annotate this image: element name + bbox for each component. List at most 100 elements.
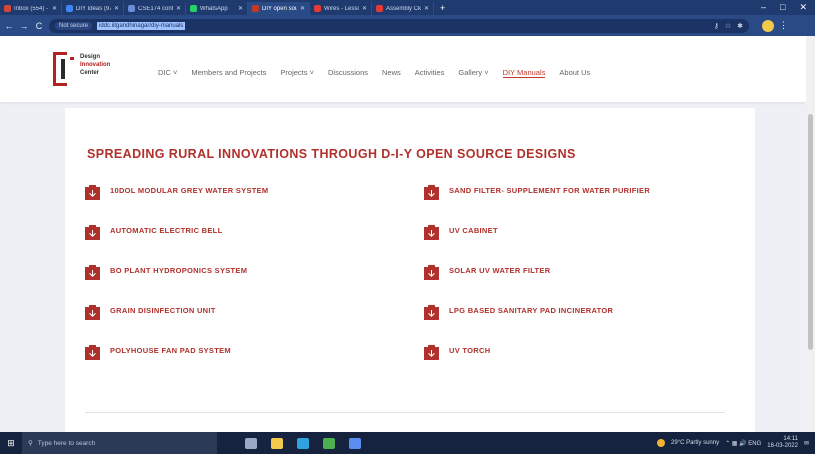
pdf-download-icon[interactable] — [85, 225, 100, 240]
browser-tab[interactable]: Wires - Lesson 4✕ — [310, 2, 372, 15]
address-bar: ← → C Not secure iddc.iitgandhinagar/diy… — [0, 15, 815, 36]
clock[interactable]: 14:11 16-03-2022 — [767, 436, 798, 450]
tray-icons[interactable]: ⌃ ▦ 🔊 ENG — [725, 440, 761, 447]
pdf-download-icon[interactable] — [424, 345, 439, 360]
forward-arrow-icon[interactable]: → — [19, 21, 29, 31]
manual-label[interactable]: LPG BASED SANITARY PAD INCINERATOR — [449, 304, 699, 318]
site-logo[interactable]: Design Innovation Center — [52, 51, 142, 87]
manual-label[interactable]: GRAIN DISINFECTION UNIT — [110, 304, 360, 318]
page-viewport: Design Innovation Center DIC ˅ Members an… — [0, 36, 815, 432]
manual-label[interactable]: UV CABINET — [449, 224, 699, 238]
manual-label[interactable]: BO PLANT HYDROPONICS SYSTEM — [110, 264, 360, 278]
nav-item[interactable]: Members and Projects — [191, 68, 266, 78]
browser-tab-strip: Inbox (554) - sou✕DIY Ideas (97) - rtn✕C… — [0, 0, 815, 15]
tab-close-icon[interactable]: ✕ — [300, 5, 305, 12]
not-secure-badge[interactable]: Not secure — [55, 21, 93, 30]
pdf-download-icon[interactable] — [424, 185, 439, 200]
tab-label: DIY open source — [262, 5, 297, 12]
browser-tab[interactable]: CSE174 content✕ — [124, 2, 186, 15]
tab-label: Wires - Lesson 4 — [324, 5, 359, 12]
file-explorer-icon[interactable] — [271, 437, 283, 449]
manual-link[interactable]: SAND FILTER- SUPPLEMENT FOR WATER PURIFI… — [424, 184, 699, 200]
manual-link[interactable]: SOLAR UV WATER FILTER — [424, 264, 699, 280]
maps-icon[interactable] — [323, 437, 335, 449]
tab-close-icon[interactable]: ✕ — [114, 5, 119, 12]
pdf-download-icon[interactable] — [424, 305, 439, 320]
tab-close-icon[interactable]: ✕ — [176, 5, 181, 12]
nav-item[interactable]: News — [382, 68, 401, 78]
manual-label[interactable]: 10DOL MODULAR GREY WATER SYSTEM — [110, 184, 360, 198]
maximize-button[interactable]: □ — [780, 2, 785, 13]
manual-link[interactable]: UV TORCH — [424, 344, 699, 360]
manual-label[interactable]: AUTOMATIC ELECTRIC BELL — [110, 224, 360, 238]
scrollbar-thumb[interactable] — [808, 114, 813, 350]
logo-line-3: Center — [80, 70, 100, 76]
site-header: Design Innovation Center DIC ˅ Members an… — [0, 36, 806, 102]
profile-avatar[interactable] — [762, 19, 774, 32]
manual-label[interactable]: SAND FILTER- SUPPLEMENT FOR WATER PURIFI… — [449, 184, 699, 198]
logo-mark-icon — [53, 52, 74, 86]
nav-item[interactable]: DIY Manuals — [502, 68, 546, 78]
minimize-button[interactable]: – — [761, 2, 766, 13]
manuals-right-column: SAND FILTER- SUPPLEMENT FOR WATER PURIFI… — [424, 184, 699, 384]
tab-label: CSE174 content — [138, 5, 173, 12]
browser-tab[interactable]: DIY Ideas (97) - rtn✕ — [62, 2, 124, 15]
tab-close-icon[interactable]: ✕ — [362, 5, 367, 12]
taskbar-search-input[interactable]: ⚲ Type here to search — [22, 432, 217, 454]
star-icon[interactable]: ☆ — [725, 22, 731, 30]
nav-item[interactable]: Activities — [415, 68, 445, 78]
puzzle-icon[interactable]: ✱ — [737, 22, 743, 30]
nav-item[interactable]: DIC ˅ — [158, 68, 177, 78]
manual-label[interactable]: UV TORCH — [449, 344, 699, 358]
browser-tab[interactable]: Assembly Ckts✕ — [372, 2, 434, 15]
reload-icon[interactable]: C — [34, 21, 44, 31]
pdf-download-icon[interactable] — [85, 265, 100, 280]
page-title: SPREADING RURAL INNOVATIONS THROUGH D-I-… — [87, 147, 576, 161]
browser-tab[interactable]: Inbox (554) - sou✕ — [0, 2, 62, 15]
pdf-download-icon[interactable] — [85, 345, 100, 360]
taskbar-apps — [245, 437, 361, 449]
manual-link[interactable]: AUTOMATIC ELECTRIC BELL — [85, 224, 360, 240]
weather-icon[interactable] — [657, 439, 665, 447]
tab-label: Assembly Ckts — [386, 5, 421, 12]
pdf-download-icon[interactable] — [424, 265, 439, 280]
browser-tab[interactable]: WhatsApp ✕ — [186, 2, 248, 15]
manual-link[interactable]: POLYHOUSE FAN PAD SYSTEM — [85, 344, 360, 360]
manual-link[interactable]: UV CABINET — [424, 224, 699, 240]
tab-close-icon[interactable]: ✕ — [424, 5, 429, 12]
back-arrow-icon[interactable]: ← — [4, 21, 14, 31]
pdf-download-icon[interactable] — [85, 185, 100, 200]
nav-item[interactable]: About Us — [559, 68, 590, 78]
manual-link[interactable]: BO PLANT HYDROPONICS SYSTEM — [85, 264, 360, 280]
key-icon[interactable]: ⚷ — [714, 22, 719, 30]
manual-link[interactable]: LPG BASED SANITARY PAD INCINERATOR — [424, 304, 699, 320]
task-view-icon[interactable] — [245, 437, 257, 449]
page-scrollbar[interactable] — [806, 36, 815, 432]
manual-label[interactable]: POLYHOUSE FAN PAD SYSTEM — [110, 344, 360, 358]
system-tray: 29°C Partly sunny ⌃ ▦ 🔊 ENG 14:11 16-03-… — [657, 436, 815, 450]
pdf-download-icon[interactable] — [85, 305, 100, 320]
manual-link[interactable]: GRAIN DISINFECTION UNIT — [85, 304, 360, 320]
close-window-button[interactable]: ✕ — [799, 2, 807, 13]
photos-icon[interactable] — [349, 437, 361, 449]
browser-tab[interactable]: DIY open source✕ — [248, 2, 310, 15]
nav-item[interactable]: Discussions — [328, 68, 368, 78]
tab-close-icon[interactable]: ✕ — [52, 5, 57, 12]
nav-item[interactable]: Gallery ˅ — [458, 68, 488, 78]
pdf-download-icon[interactable] — [424, 225, 439, 240]
browser-menu-icon[interactable]: ⋮ — [779, 20, 788, 31]
manual-link[interactable]: 10DOL MODULAR GREY WATER SYSTEM — [85, 184, 360, 200]
url-text[interactable]: iddc.iitgandhinagar/diy-manuals — [97, 21, 186, 30]
manuals-card: SPREADING RURAL INNOVATIONS THROUGH D-I-… — [65, 108, 755, 432]
notifications-icon[interactable]: ✉ — [804, 440, 809, 447]
new-tab-button[interactable]: + — [434, 3, 451, 13]
weather-text[interactable]: 29°C Partly sunny — [671, 440, 719, 446]
windows-start-icon[interactable]: ⊞ — [0, 438, 22, 449]
edge-icon[interactable] — [297, 437, 309, 449]
tab-close-icon[interactable]: ✕ — [238, 5, 243, 12]
tab-favicon-icon — [128, 5, 135, 12]
url-input[interactable]: Not secure iddc.iitgandhinagar/diy-manua… — [49, 18, 749, 33]
tab-favicon-icon — [66, 5, 73, 12]
nav-item[interactable]: Projects ˅ — [280, 68, 314, 78]
manual-label[interactable]: SOLAR UV WATER FILTER — [449, 264, 699, 278]
